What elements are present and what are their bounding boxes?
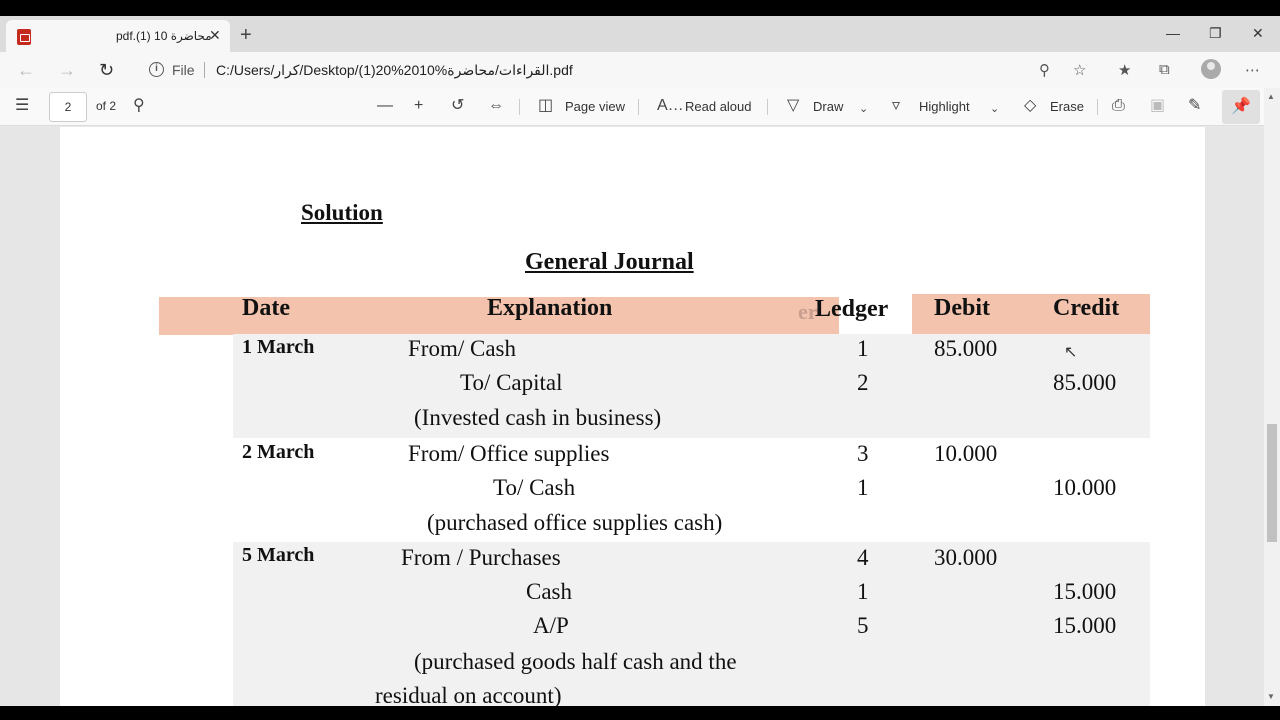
entry-debit: 10.000 <box>934 441 998 466</box>
collections-icon[interactable]: ⧉ <box>1159 61 1170 78</box>
entry-credit: 85.000 <box>1053 370 1117 395</box>
entry-line-text: (Invested cash in business) <box>414 405 662 430</box>
entry-ledger: 1 <box>857 579 869 604</box>
entry-line-text: A/P <box>533 613 569 638</box>
entry-credit: 10.000 <box>1053 475 1117 500</box>
entry-band <box>233 334 1150 438</box>
entry-credit: 15.000 <box>1053 613 1117 638</box>
read-aloud-button[interactable]: Read aloud <box>685 99 752 114</box>
draw-dropdown-chevron-icon[interactable]: ⌄ <box>859 100 868 118</box>
address-divider <box>204 62 205 78</box>
forward-icon[interactable]: → <box>58 60 76 80</box>
toolbar-divider <box>638 99 639 115</box>
entry-ledger: 3 <box>857 441 869 466</box>
page-total: of 2 <box>96 99 117 113</box>
page-number-input[interactable]: 2 <box>49 92 87 122</box>
entry-ledger: 2 <box>857 370 869 395</box>
header-explanation: Explanation <box>487 295 613 321</box>
mouse-cursor-icon: ↖ <box>1064 344 1078 361</box>
profile-avatar[interactable] <box>1201 59 1221 79</box>
add-favorite-icon[interactable]: ☆ <box>1073 61 1086 79</box>
pdf-file-icon <box>17 29 31 45</box>
entry-debit: 85.000 <box>934 336 998 361</box>
highlight-button[interactable]: Highlight <box>919 99 970 114</box>
page-view-icon[interactable]: ◫ <box>538 97 553 115</box>
header-ledger: Ledger <box>815 296 889 322</box>
window-close-icon[interactable]: ✕ <box>1252 25 1264 42</box>
entry-line-text: To/ Cash <box>493 475 576 500</box>
entry-line-text: (purchased office supplies cash) <box>427 510 723 535</box>
window-top-edge <box>0 0 1280 16</box>
back-icon[interactable]: ← <box>17 60 35 80</box>
read-aloud-icon[interactable]: A… <box>657 97 684 115</box>
favorites-icon[interactable]: ★ <box>1118 61 1131 79</box>
info-icon[interactable]: i <box>149 62 164 77</box>
tab-pdf[interactable]: pdf.(1) محاضرة 10 ✕ <box>6 20 230 52</box>
contents-icon[interactable]: ☰ <box>15 97 29 115</box>
vertical-scrollbar[interactable]: ▲ ▼ <box>1264 88 1280 706</box>
highlight-dropdown-chevron-icon[interactable]: ⌄ <box>990 100 999 118</box>
address-bar: ← → ↻ i File C:/Users/کرار/Desktop/(1)20… <box>0 52 1280 88</box>
header-credit: Credit <box>1053 295 1120 321</box>
entry-ledger: 5 <box>857 613 869 638</box>
entry-line-text: From / Purchases <box>401 545 561 570</box>
refresh-icon[interactable]: ↻ <box>99 60 114 80</box>
file-label: File <box>172 62 195 78</box>
draw-button[interactable]: Draw <box>813 99 843 114</box>
entry-line-text: residual on account) <box>375 683 562 706</box>
entry-line-text: From/ Cash <box>408 336 516 361</box>
entry-line-text: To/ Capital <box>460 370 563 395</box>
scroll-thumb[interactable] <box>1267 424 1277 542</box>
pdf-viewer[interactable]: Solution General Journal er Date Explana… <box>0 127 1264 706</box>
fit-width-icon[interactable]: ⇔ <box>488 97 504 115</box>
search-icon[interactable]: ⚲ <box>133 97 145 115</box>
toolbar-divider <box>767 99 768 115</box>
print-icon[interactable]: ⎙ <box>1112 97 1125 115</box>
zoom-out-icon[interactable]: — <box>377 97 393 115</box>
scroll-down-icon[interactable]: ▼ <box>1267 692 1275 701</box>
tab-close-icon[interactable]: ✕ <box>209 27 221 44</box>
pdf-page: Solution General Journal er Date Explana… <box>60 127 1205 706</box>
entry-date: 5 March <box>242 544 315 566</box>
entry-date: 2 March <box>242 441 315 463</box>
header-debit: Debit <box>934 295 990 321</box>
rotate-icon[interactable]: ↺ <box>451 97 464 115</box>
pin-toolbar-icon[interactable]: 📌 <box>1222 90 1260 124</box>
entry-line-text: From/ Office supplies <box>408 441 610 466</box>
journal-title: General Journal <box>525 249 694 275</box>
entry-ledger: 1 <box>857 475 869 500</box>
window-bottom-edge <box>0 706 1280 720</box>
url-field[interactable]: C:/Users/کرار/Desktop/(1)20%2010%القراءا… <box>216 62 573 79</box>
entry-band <box>233 542 1150 706</box>
erase-button[interactable]: Erase <box>1050 99 1084 114</box>
toolbar-divider <box>519 99 520 115</box>
solution-title: Solution <box>301 200 383 225</box>
pdf-toolbar: ☰ 2 of 2 ⚲ — + ↺ ⇔ ◫ Page view A… Read a… <box>0 88 1280 126</box>
entry-ledger: 4 <box>857 545 869 570</box>
entry-date: 1 March <box>242 336 315 358</box>
entry-debit: 30.000 <box>934 545 998 570</box>
eraser-icon[interactable]: ◇ <box>1024 97 1036 115</box>
save-icon[interactable]: ▣ <box>1150 97 1165 115</box>
entry-line-text: (purchased goods half cash and the <box>414 649 737 674</box>
entry-ledger: 1 <box>857 336 869 361</box>
tab-title: pdf.(1) محاضرة 10 <box>116 29 212 43</box>
toolbar-divider <box>1097 99 1098 115</box>
entry-credit: 15.000 <box>1053 579 1117 604</box>
scroll-up-icon[interactable]: ▲ <box>1267 92 1275 101</box>
page-view-button[interactable]: Page view <box>565 99 625 114</box>
more-menu-icon[interactable]: ⋯ <box>1245 61 1260 79</box>
new-tab-button[interactable]: + <box>240 24 252 46</box>
minimize-icon[interactable]: — <box>1166 25 1180 41</box>
zoom-icon[interactable]: ⚲ <box>1039 61 1050 79</box>
zoom-in-icon[interactable]: + <box>414 97 423 115</box>
highlight-icon[interactable]: ▿ <box>892 97 900 115</box>
draw-icon[interactable]: ▽ <box>787 97 799 115</box>
save-as-icon[interactable]: ✎ <box>1188 97 1201 115</box>
restore-icon[interactable]: ❐ <box>1209 25 1222 42</box>
header-date: Date <box>242 295 290 321</box>
entry-line-text: Cash <box>526 579 572 604</box>
